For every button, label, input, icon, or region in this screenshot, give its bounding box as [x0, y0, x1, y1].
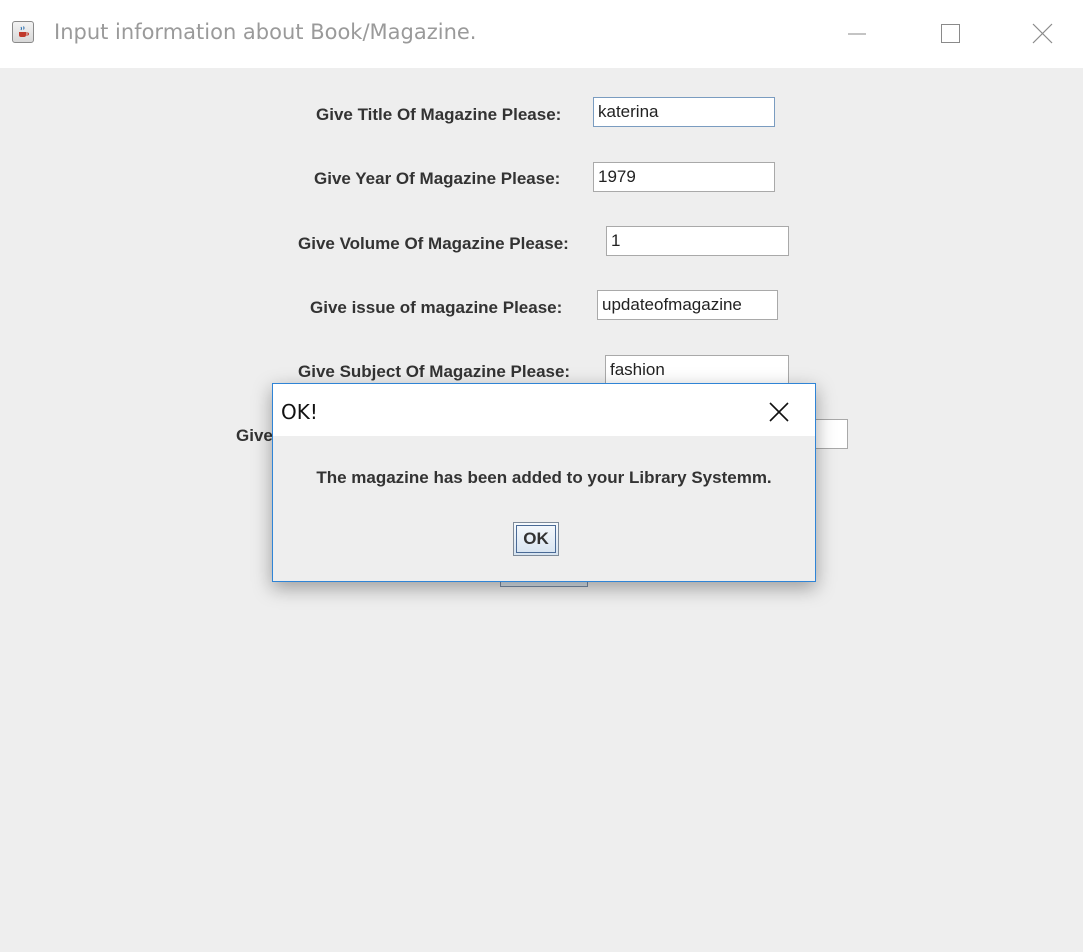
minimize-icon[interactable] — [834, 10, 880, 56]
volume-input[interactable]: 1 — [606, 226, 789, 256]
title-label: Give Title Of Magazine Please: — [316, 105, 562, 124]
subject-label: Give Subject Of Magazine Please: — [298, 362, 571, 381]
ok-button[interactable]: OK — [513, 522, 559, 556]
window-title: Input information about Book/Magazine. — [54, 20, 477, 44]
close-icon[interactable] — [763, 396, 795, 428]
dialog-message: The magazine has been added to your Libr… — [316, 468, 772, 487]
close-icon[interactable] — [1020, 10, 1066, 56]
title-input[interactable]: katerina — [593, 97, 775, 127]
main-window: Input information about Book/Magazine. G… — [0, 0, 1083, 952]
dialog-titlebar[interactable]: OK! — [273, 384, 815, 436]
year-label: Give Year Of Magazine Please: — [314, 169, 561, 188]
partial-label: Give — [236, 426, 273, 445]
volume-label: Give Volume Of Magazine Please: — [298, 234, 569, 253]
maximize-icon[interactable] — [928, 10, 974, 56]
year-input[interactable]: 1979 — [593, 162, 775, 192]
window-titlebar[interactable]: Input information about Book/Magazine. — [0, 0, 1083, 68]
java-cup-icon — [12, 21, 34, 43]
dialog-title: OK! — [281, 400, 318, 424]
subject-input[interactable]: fashion — [605, 355, 789, 385]
issue-input[interactable]: updateofmagazine — [597, 290, 778, 320]
confirmation-dialog: OK! The magazine has been added to your … — [272, 383, 816, 582]
issue-label: Give issue of magazine Please: — [310, 298, 563, 317]
